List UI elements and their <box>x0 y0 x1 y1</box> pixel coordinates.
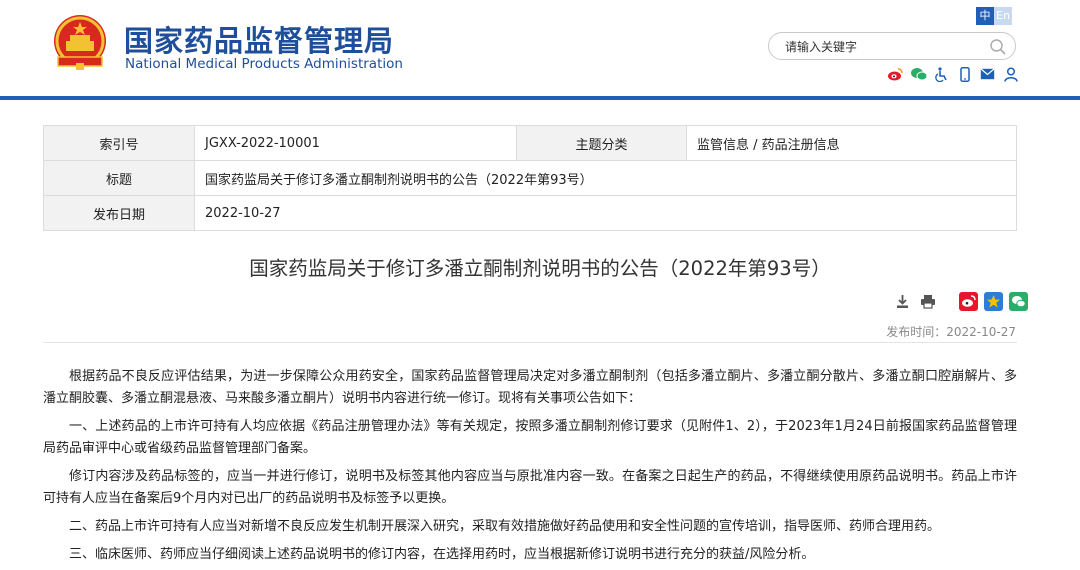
date-value: 2022-10-27 <box>194 195 1017 231</box>
user-icon[interactable] <box>1001 66 1020 82</box>
table-row: 索引号 JGXX-2022-10001 主题分类 监管信息 / 药品注册信息 <box>43 125 1017 161</box>
index-value: JGXX-2022-10001 <box>194 125 517 161</box>
download-icon[interactable] <box>893 292 912 311</box>
mobile-icon[interactable] <box>955 66 974 82</box>
wechat-share-icon[interactable] <box>1009 292 1028 311</box>
language-switch: 中 En <box>976 7 1012 25</box>
search-box <box>768 32 1016 60</box>
article-body: 根据药品不良反应评估结果，为进一步保障公众用药安全，国家药品监督管理局决定对多潘… <box>43 366 1017 570</box>
article-paragraph: 三、临床医师、药师应当仔细阅读上述药品说明书的修订内容，在选择用药时，应当根据新… <box>69 547 815 562</box>
article-info-table: 索引号 JGXX-2022-10001 主题分类 监管信息 / 药品注册信息 标… <box>43 125 1017 231</box>
title-label: 标题 <box>43 160 195 196</box>
publish-time-value: 2022-10-27 <box>946 325 1016 339</box>
article-tools <box>893 292 1028 311</box>
category-label: 主题分类 <box>516 125 687 161</box>
site-subtitle: National Medical Products Administration <box>125 56 403 72</box>
article-paragraph: 一、上述药品的上市许可持有人均应依据《药品注册管理办法》等有关规定，按照多潘立酮… <box>43 419 1017 456</box>
article-title: 国家药监局关于修订多潘立酮制剂说明书的公告（2022年第93号） <box>249 257 831 280</box>
accessibility-icon[interactable] <box>932 66 951 82</box>
date-label: 发布日期 <box>43 195 195 231</box>
search-icon[interactable] <box>989 38 1007 56</box>
site-title[interactable]: 国家药品监督管理局 <box>124 18 394 60</box>
publish-time: 发布时间：2022-10-27 <box>886 323 1016 340</box>
article-paragraph: 修订内容涉及药品标签的，应当一并进行修订，说明书及标签其他内容应当与原批准内容一… <box>43 469 1017 506</box>
divider <box>43 342 1017 343</box>
search-input[interactable] <box>785 37 985 57</box>
print-icon[interactable] <box>918 292 937 311</box>
lang-english-button[interactable]: En <box>994 7 1012 25</box>
national-emblem-logo[interactable] <box>52 13 108 71</box>
publish-time-label: 发布时间： <box>886 325 947 339</box>
category-value: 监管信息 / 药品注册信息 <box>686 125 1017 161</box>
site-header: 国家药品监督管理局 National Medical Products Admi… <box>0 0 1080 100</box>
qzone-share-icon[interactable] <box>984 292 1003 311</box>
title-value: 国家药监局关于修订多潘立酮制剂说明书的公告（2022年第93号） <box>194 160 1017 196</box>
weibo-share-icon[interactable] <box>959 292 978 311</box>
lang-chinese-button[interactable]: 中 <box>976 7 994 25</box>
article-paragraph: 根据药品不良反应评估结果，为进一步保障公众用药安全，国家药品监督管理局决定对多潘… <box>43 369 1017 406</box>
wechat-icon[interactable] <box>909 66 928 82</box>
index-label: 索引号 <box>43 125 195 161</box>
table-row: 发布日期 2022-10-27 <box>43 195 1017 231</box>
header-divider <box>0 96 1080 100</box>
table-row: 标题 国家药监局关于修订多潘立酮制剂说明书的公告（2022年第93号） <box>43 160 1017 196</box>
article-paragraph: 二、药品上市许可持有人应当对新增不良反应发生机制开展深入研究，采取有效措施做好药… <box>69 519 941 534</box>
header-share-icons <box>886 66 1020 82</box>
mail-icon[interactable] <box>978 66 997 82</box>
weibo-icon[interactable] <box>886 66 905 82</box>
